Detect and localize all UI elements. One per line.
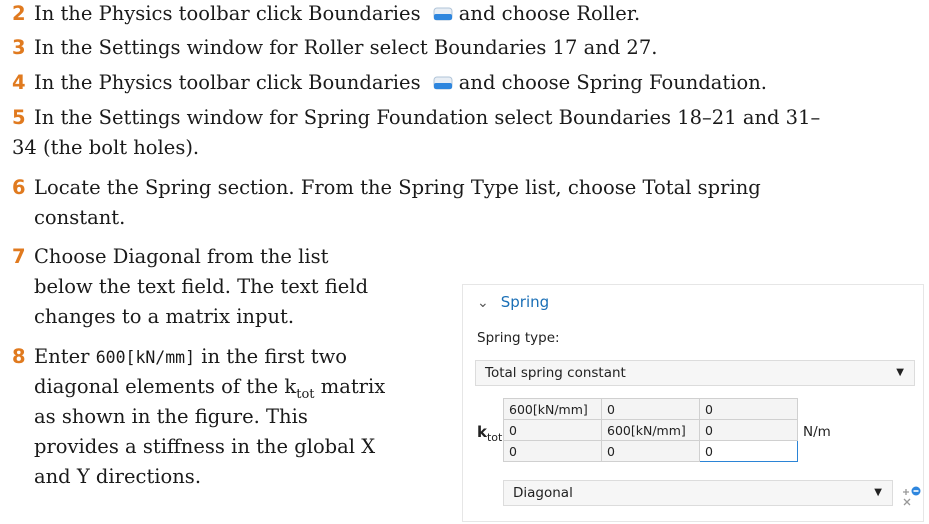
k-subscript: tot	[486, 431, 503, 444]
k-tot-label: ktot	[477, 423, 502, 444]
matrix-cell-1-2[interactable]: 0	[601, 398, 700, 420]
step-7: 7 Choose Diagonal from the list	[12, 240, 328, 274]
step-text: changes to a matrix input.	[34, 305, 295, 328]
matrix-cell-3-2[interactable]: 0	[601, 440, 700, 462]
step-5: 5 In the Settings window for Spring Found…	[12, 101, 820, 135]
step-number: 6	[12, 176, 26, 199]
step-6: 6 Locate the Spring section. From the Spr…	[12, 171, 761, 205]
step-text: In the Settings window for Spring Founda…	[34, 106, 821, 129]
step-text: provides a stiffness in the global X	[34, 435, 376, 458]
step-text: diagonal elements of the k	[34, 375, 297, 398]
spring-type-label: Spring type:	[477, 330, 560, 346]
step-text: in the first two	[201, 345, 348, 368]
matrix-cell-3-1[interactable]: 0	[503, 440, 602, 462]
step-3: 3 In the Settings window for Roller selec…	[12, 31, 657, 65]
spring-section-header[interactable]: ⌄ Spring	[477, 293, 549, 311]
step-text: and choose Roller.	[458, 2, 641, 25]
step-8-cont: as shown in the figure. This	[34, 400, 308, 434]
step-text: In the Settings window for Roller select…	[34, 36, 658, 59]
k-symbol: k	[477, 423, 487, 441]
boundaries-icon[interactable]	[433, 7, 453, 21]
matrix-cell-2-3[interactable]: 0	[699, 419, 798, 441]
chevron-down-icon: ⌄	[477, 295, 489, 311]
step-7-cont: changes to a matrix input.	[34, 300, 294, 334]
stiffness-matrix: 600[kN/mm] 0 0 0 600[kN/mm] 0 0 0 0	[503, 398, 798, 462]
step-text: Enter	[34, 345, 90, 368]
unit-label: N/m	[803, 424, 831, 440]
step-7-cont: below the text field. The text field	[34, 270, 368, 304]
step-text: In the Physics toolbar click Boundaries	[34, 2, 421, 25]
step-text: and choose Spring Foundation.	[458, 71, 767, 94]
step-number: 4	[12, 71, 26, 94]
step-text: constant.	[34, 206, 126, 229]
spring-type-select[interactable]: Total spring constant ▼	[475, 360, 915, 386]
matrix-type-value: Diagonal	[513, 485, 573, 501]
step-text: Locate the Spring section. From the Spri…	[34, 176, 761, 199]
step-text: and Y directions.	[34, 465, 202, 488]
step-6-cont: constant.	[34, 201, 125, 235]
matrix-cell-2-2[interactable]: 600[kN/mm]	[601, 419, 700, 441]
boundaries-icon[interactable]	[433, 76, 453, 90]
step-5-cont: 34 (the bolt holes).	[12, 131, 199, 165]
step-8-cont: provides a stiffness in the global X	[34, 430, 375, 464]
step-text: 34 (the bolt holes).	[12, 136, 200, 159]
step-text: as shown in the figure. This	[34, 405, 308, 428]
step-number: 7	[12, 245, 26, 268]
equation-help-icon[interactable]	[900, 485, 922, 507]
matrix-cell-2-1[interactable]: 0	[503, 419, 602, 441]
step-number: 2	[12, 2, 26, 25]
step-text: Choose Diagonal from the list	[34, 245, 329, 268]
step-number: 5	[12, 106, 26, 129]
step-text: below the text field. The text field	[34, 275, 369, 298]
dropdown-arrow-icon: ▼	[896, 367, 904, 378]
step-2: 2 In the Physics toolbar click Boundaries…	[12, 0, 640, 31]
spring-settings-panel: ⌄ Spring Spring type: Total spring consta…	[462, 284, 924, 522]
section-title: Spring	[500, 293, 550, 311]
step-8-cont: and Y directions.	[34, 460, 201, 494]
step-text: In the Physics toolbar click Boundaries	[34, 71, 421, 94]
dropdown-arrow-icon: ▼	[874, 487, 882, 498]
matrix-cell-1-1[interactable]: 600[kN/mm]	[503, 398, 602, 420]
step-text: matrix	[320, 375, 386, 398]
matrix-type-select[interactable]: Diagonal ▼	[503, 480, 893, 506]
matrix-cell-3-3[interactable]: 0	[699, 440, 798, 462]
matrix-cell-1-3[interactable]: 0	[699, 398, 798, 420]
spring-type-value: Total spring constant	[485, 365, 626, 381]
step-4: 4 In the Physics toolbar click Boundaries…	[12, 66, 767, 100]
code-value: 600[kN/mm]	[95, 348, 196, 367]
step-number: 3	[12, 36, 26, 59]
step-number: 8	[12, 345, 26, 368]
